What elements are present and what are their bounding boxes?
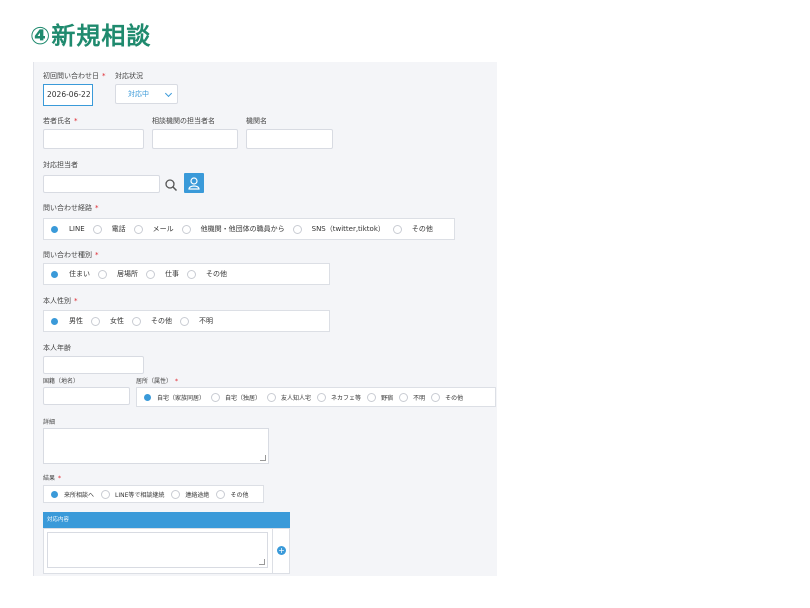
radio-icon xyxy=(267,392,277,402)
gender-option[interactable]: その他 xyxy=(132,316,172,326)
result-option[interactable]: LINE等で相談継続 xyxy=(101,489,164,499)
radio-selected-icon xyxy=(50,224,59,234)
residence-option[interactable]: その他 xyxy=(431,392,463,402)
agency-staff-label: 相談機関の担当者名 xyxy=(152,117,215,125)
radio-icon xyxy=(146,269,155,279)
result-option[interactable]: その他 xyxy=(216,489,248,499)
route-option[interactable]: SNS（twitter,tiktok） xyxy=(292,224,385,234)
details-label: 詳細 xyxy=(43,419,56,426)
inquiry-type-radio-group: 住まい 居場所 仕事 その他 xyxy=(43,263,330,285)
residence-option[interactable]: 自宅（家族同居） xyxy=(143,392,205,402)
youth-name-field[interactable] xyxy=(43,129,144,149)
nationality-label: 国籍（地名） xyxy=(43,378,80,385)
radio-icon xyxy=(187,269,196,279)
residence-option[interactable]: 不明 xyxy=(399,392,425,402)
first-contact-date-label: 初回問い合わせ日 * xyxy=(43,72,106,80)
inquiry-type-option[interactable]: 住まい xyxy=(50,269,90,279)
inquiry-type-option[interactable]: その他 xyxy=(187,269,227,279)
radio-selected-icon xyxy=(50,489,59,499)
response-content-row: + xyxy=(43,528,290,574)
residence-label: 居所（属性） * xyxy=(136,378,179,385)
gender-option[interactable]: 不明 xyxy=(180,316,213,326)
route-option[interactable]: その他 xyxy=(392,224,433,234)
resize-handle-icon[interactable] xyxy=(259,559,265,565)
agency-name-field[interactable] xyxy=(246,129,333,149)
radio-icon xyxy=(91,316,100,326)
status-select[interactable]: 対応中 xyxy=(115,84,178,104)
status-label: 対応状況 xyxy=(115,72,143,80)
result-option[interactable]: 連絡途絶 xyxy=(171,489,209,499)
new-consultation-form: 初回問い合わせ日 * 2026-06-22 対応状況 対応中 若者氏名 * 相談機関… xyxy=(33,62,497,576)
radio-icon xyxy=(317,392,327,402)
radio-icon xyxy=(292,224,302,234)
inquiry-type-option[interactable]: 居場所 xyxy=(98,269,138,279)
route-label: 問い合わせ経路 * xyxy=(43,204,99,212)
resize-handle-icon[interactable] xyxy=(260,455,266,461)
route-option[interactable]: LINE xyxy=(50,224,85,234)
residence-option[interactable]: 友人知人宅 xyxy=(267,392,311,402)
inquiry-type-label: 問い合わせ種別 * xyxy=(43,251,99,259)
result-option[interactable]: 来所相談へ xyxy=(50,489,94,499)
radio-icon xyxy=(98,269,107,279)
radio-icon xyxy=(133,224,143,234)
plus-icon[interactable]: + xyxy=(277,546,286,555)
route-radio-group: LINE 電話 メール 他機関・他団体の職員から SNS（twitter,tik… xyxy=(43,218,455,240)
radio-icon xyxy=(180,316,189,326)
radio-icon xyxy=(181,224,191,234)
first-contact-date-input[interactable]: 2026-06-22 xyxy=(43,84,93,106)
gender-radio-group: 男性 女性 その他 不明 xyxy=(43,310,330,332)
radio-icon xyxy=(132,316,141,326)
handler-field[interactable] xyxy=(43,175,160,193)
agency-staff-field[interactable] xyxy=(152,129,238,149)
page-heading: ④新規相談 xyxy=(30,22,152,50)
residence-option[interactable]: 野宿 xyxy=(367,392,393,402)
radio-selected-icon xyxy=(143,392,152,402)
chevron-down-icon xyxy=(164,89,173,98)
inquiry-type-option[interactable]: 仕事 xyxy=(146,269,179,279)
response-content-textarea[interactable] xyxy=(47,532,268,568)
gender-option[interactable]: 女性 xyxy=(91,316,124,326)
residence-radio-group: 自宅（家族同居） 自宅（独居） 友人知人宅 ネカフェ等 野宿 不明 その他 xyxy=(136,387,496,407)
radio-icon xyxy=(101,489,111,499)
response-content-header: 対応内容 xyxy=(43,512,290,528)
age-label: 本人年齢 xyxy=(43,344,71,352)
radio-icon xyxy=(431,392,441,402)
result-label: 結果 * xyxy=(43,475,62,482)
gender-option[interactable]: 男性 xyxy=(50,316,83,326)
search-icon[interactable] xyxy=(164,177,178,192)
radio-icon xyxy=(92,224,102,234)
radio-icon xyxy=(392,224,402,234)
radio-icon xyxy=(171,489,181,499)
details-textarea[interactable] xyxy=(43,428,269,464)
status-select-value: 対応中 xyxy=(128,90,149,98)
radio-icon xyxy=(367,392,377,402)
route-option[interactable]: 他機関・他団体の職員から xyxy=(181,224,285,234)
residence-option[interactable]: ネカフェ等 xyxy=(317,392,361,402)
route-option[interactable]: 電話 xyxy=(92,224,126,234)
result-radio-group: 来所相談へ LINE等で相談継続 連絡途絶 その他 xyxy=(43,485,264,503)
column-divider xyxy=(272,529,273,573)
youth-name-label: 若者氏名 * xyxy=(43,117,78,125)
residence-option[interactable]: 自宅（独居） xyxy=(211,392,261,402)
radio-selected-icon xyxy=(50,269,59,279)
radio-selected-icon xyxy=(50,316,59,326)
nationality-field[interactable] xyxy=(43,387,130,405)
radio-icon xyxy=(216,489,226,499)
age-field[interactable] xyxy=(43,356,144,374)
agency-name-label: 機関名 xyxy=(246,117,267,125)
handler-label: 対応担当者 xyxy=(43,161,78,169)
route-option[interactable]: メール xyxy=(133,224,174,234)
user-icon[interactable] xyxy=(184,173,204,193)
radio-icon xyxy=(399,392,409,402)
radio-icon xyxy=(211,392,221,402)
gender-label: 本人性別 * xyxy=(43,297,78,305)
